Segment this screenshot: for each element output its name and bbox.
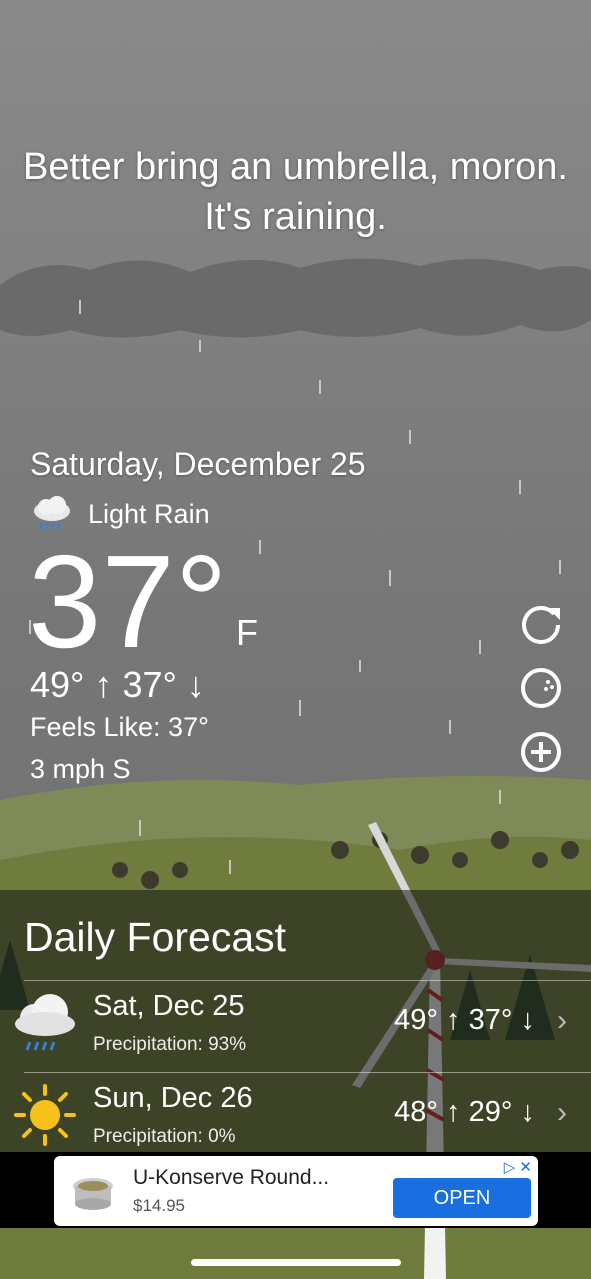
share-icon[interactable] [518, 665, 564, 711]
divider [24, 980, 591, 981]
daily-forecast-panel: Daily Forecast Sat, Dec 25 Precipitation… [0, 890, 591, 1152]
chevron-right-icon[interactable]: › [557, 1004, 567, 1038]
ad-price: $14.95 [133, 1196, 185, 1215]
chevron-right-icon[interactable]: › [557, 1096, 567, 1130]
condition-label: Light Rain [88, 498, 210, 529]
high-low-temperature: 49° ↑ 37° ↓ [30, 664, 205, 705]
ad-banner: U-Konserve Round... $14.95 OPEN ▷ ✕ [0, 1152, 591, 1228]
ad-title: U-Konserve Round... [133, 1166, 330, 1189]
forecast-temps: 49° ↑ 37° ↓ [394, 1004, 535, 1036]
headline-message: Better bring an umbrella, moron. It's ra… [23, 146, 568, 238]
sun-icon [14, 1084, 76, 1146]
temperature-unit: F [236, 612, 258, 653]
feels-like: Feels Like: 37° [30, 712, 209, 742]
home-indicator[interactable] [191, 1259, 401, 1266]
current-temperature: 37° [28, 528, 228, 675]
cloud-rain-icon [15, 994, 75, 1051]
product-thumbnail [73, 1178, 113, 1210]
divider [24, 1072, 591, 1073]
current-date: Saturday, December 25 [30, 446, 366, 482]
forecast-row[interactable]: Sat, Dec 25 Precipitation: 93% 49° ↑ 37°… [0, 982, 591, 1072]
add-icon[interactable] [518, 729, 564, 775]
forecast-temps: 48° ↑ 29° ↓ [394, 1096, 535, 1128]
forecast-precipitation: Precipitation: 93% [93, 1034, 247, 1055]
forecast-day: Sat, Dec 25 [93, 990, 245, 1022]
forecast-day: Sun, Dec 26 [93, 1082, 253, 1114]
ad-choices-icon[interactable]: ▷ ✕ [504, 1158, 532, 1176]
ad-card[interactable]: U-Konserve Round... $14.95 OPEN ▷ ✕ [54, 1156, 538, 1226]
forecast-row[interactable]: Sun, Dec 26 Precipitation: 0% 48° ↑ 29° … [0, 1074, 591, 1164]
forecast-title: Daily Forecast [24, 914, 287, 960]
wind-speed: 3 mph S [30, 754, 131, 784]
ad-open-button[interactable]: OPEN [393, 1178, 531, 1218]
forecast-precipitation: Precipitation: 0% [93, 1126, 236, 1147]
storm-cloud [0, 258, 591, 338]
refresh-icon[interactable] [518, 602, 564, 648]
